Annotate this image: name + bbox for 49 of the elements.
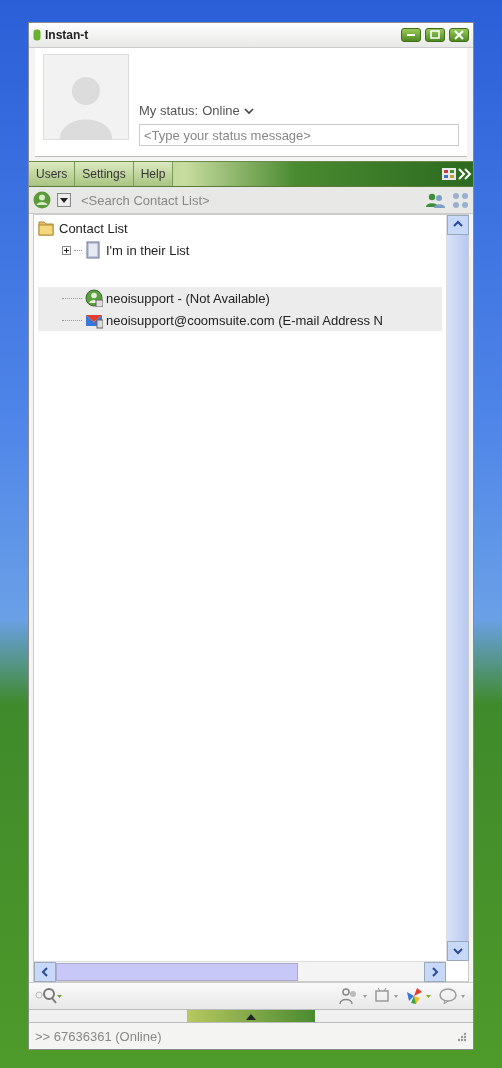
butterfly-icon <box>405 987 433 1005</box>
search-icon <box>35 987 63 1005</box>
scroll-left-button[interactable] <box>34 961 56 982</box>
tree-item[interactable]: neoisupport@coomsuite.com (E-mail Address N <box>38 309 442 331</box>
tree-item[interactable]: neoisupport - (Not Available) <box>38 287 442 309</box>
search-bar[interactable]: <Search Contact List> <box>29 187 473 214</box>
minimize-button[interactable] <box>401 28 421 42</box>
resize-grip-icon[interactable] <box>456 1030 467 1042</box>
users-menu-button[interactable] <box>339 987 367 1005</box>
status-label: My status: <box>139 103 199 118</box>
dropdown-icon[interactable] <box>57 193 71 207</box>
close-icon <box>453 29 465 41</box>
slider-thumb[interactable] <box>246 1014 256 1020</box>
maximize-button[interactable] <box>425 28 445 42</box>
window-title: Instan-t <box>45 28 90 42</box>
down-icon <box>452 945 464 957</box>
expand-icon[interactable] <box>62 245 71 255</box>
users-menu-icon <box>339 987 367 1005</box>
maximize-icon <box>429 29 441 41</box>
tree-item[interactable]: I'm in their List <box>38 239 442 261</box>
chevron-down-icon <box>243 106 254 115</box>
app-icon <box>33 29 41 41</box>
status-message-field[interactable]: <Type your status message> <box>139 124 459 146</box>
status-dropdown[interactable]: Online <box>202 103 254 118</box>
grid-icon[interactable] <box>441 166 457 182</box>
users-icon[interactable] <box>425 191 445 209</box>
contact-icon <box>85 289 103 307</box>
menu-item[interactable]: Help <box>133 162 174 186</box>
scroll-right-button[interactable] <box>424 961 446 982</box>
close-button[interactable] <box>449 28 469 42</box>
book-icon <box>85 241 103 259</box>
tree-item[interactable]: Contact List <box>38 217 442 239</box>
butterfly-button[interactable] <box>405 987 433 1005</box>
chat-bubble-icon <box>439 987 467 1005</box>
double-chevron-icon[interactable] <box>457 166 473 182</box>
search-field[interactable]: <Search Contact List> <box>77 190 419 210</box>
chat-bubble-button[interactable] <box>439 987 467 1005</box>
user-status-icon[interactable] <box>33 191 51 209</box>
folder-icon <box>38 219 56 237</box>
scroll-down-button[interactable] <box>447 941 469 961</box>
right-icon <box>429 965 441 978</box>
status-text: >> 67636361 (Online) <box>35 1028 162 1044</box>
scrollbar-thumb[interactable] <box>56 962 298 981</box>
menu-item[interactable]: Users <box>29 162 76 186</box>
menu-item[interactable]: Settings <box>75 162 134 186</box>
search-button[interactable] <box>35 987 63 1005</box>
zoom-slider[interactable] <box>187 1010 315 1022</box>
scroll-up-button[interactable] <box>447 215 469 235</box>
left-icon <box>39 965 51 978</box>
